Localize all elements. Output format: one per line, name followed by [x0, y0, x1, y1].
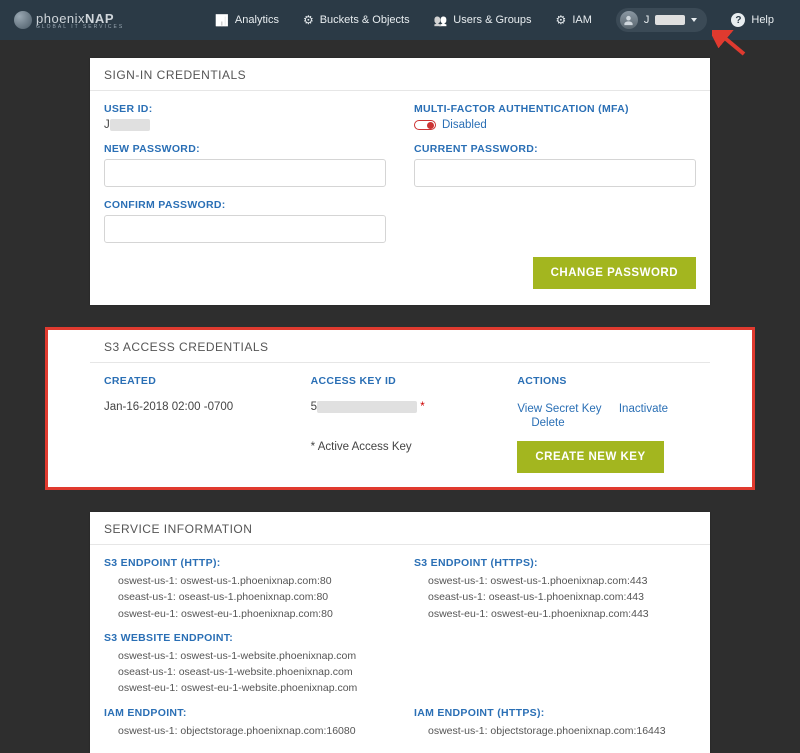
col-key: ACCESS KEY ID — [311, 375, 490, 387]
card-title: S3 ACCESS CREDENTIALS — [90, 330, 710, 363]
service-info-card: SERVICE INFORMATION S3 ENDPOINT (HTTP): … — [90, 512, 710, 753]
nav-buckets[interactable]: Buckets & Objects — [291, 0, 422, 40]
card-title: SIGN-IN CREDENTIALS — [90, 58, 710, 91]
s3-https-label: S3 ENDPOINT (HTTPS): — [414, 557, 696, 569]
gear-icon — [303, 13, 314, 27]
nav-analytics[interactable]: Analytics — [203, 0, 291, 40]
topnav: Analytics Buckets & Objects Users & Grou… — [203, 0, 786, 40]
current-password-input[interactable] — [414, 159, 696, 187]
view-secret-link[interactable]: View Secret Key — [517, 403, 601, 415]
col-actions: ACTIONS — [517, 375, 696, 387]
signin-credentials-card: SIGN-IN CREDENTIALS USER ID: J MULTI-FAC… — [90, 58, 710, 305]
nav-buckets-label: Buckets & Objects — [320, 14, 410, 26]
iam-https-value: oswest-us-1: objectstorage.phoenixnap.co… — [414, 723, 696, 739]
mfa-label: MULTI-FACTOR AUTHENTICATION (MFA) — [414, 103, 696, 115]
nav-analytics-label: Analytics — [235, 14, 279, 26]
inactivate-link[interactable]: Inactivate — [619, 403, 668, 415]
access-key-value: 5 * — [311, 401, 490, 429]
user-id-value: J — [104, 119, 386, 131]
change-password-button[interactable]: CHANGE PASSWORD — [533, 257, 696, 289]
new-password-label: NEW PASSWORD: — [104, 143, 386, 155]
users-icon — [434, 14, 448, 27]
s3-website-label: S3 WEBSITE ENDPOINT: — [104, 632, 386, 644]
nav-users[interactable]: Users & Groups — [422, 0, 544, 40]
username: J — [644, 14, 650, 26]
gear-icon — [556, 13, 567, 27]
username-redacted — [655, 15, 685, 25]
mfa-status[interactable]: Disabled — [442, 119, 487, 131]
iam-endpoint-label: IAM ENDPOINT: — [104, 707, 386, 719]
mfa-toggle[interactable] — [414, 120, 436, 130]
new-password-input[interactable] — [104, 159, 386, 187]
current-password-label: CURRENT PASSWORD: — [414, 143, 696, 155]
nav-users-label: Users & Groups — [453, 14, 531, 26]
brand-logo[interactable]: phoenixNAP GLOBAL IT SERVICES — [14, 11, 124, 30]
s3-credentials-highlight: S3 ACCESS CREDENTIALS CREATED ACCESS KEY… — [45, 327, 755, 490]
nav-iam-label: IAM — [572, 14, 592, 26]
help-icon: ? — [731, 13, 745, 27]
analytics-icon — [215, 14, 229, 27]
delete-link[interactable]: Delete — [531, 417, 564, 429]
created-value: Jan-16-2018 02:00 -0700 — [104, 401, 283, 429]
avatar-icon — [620, 11, 638, 29]
iam-https-label: IAM ENDPOINT (HTTPS): — [414, 707, 696, 719]
confirm-password-input[interactable] — [104, 215, 386, 243]
key-note: * Active Access Key — [311, 441, 490, 473]
nav-help-label: Help — [751, 14, 774, 26]
chevron-down-icon — [691, 18, 697, 22]
col-created: CREATED — [104, 375, 283, 387]
s3-http-list: oswest-us-1: oswest-us-1.phoenixnap.com:… — [104, 573, 386, 622]
user-menu[interactable]: J — [604, 0, 720, 40]
card-title: SERVICE INFORMATION — [90, 512, 710, 545]
iam-endpoint-value: oswest-us-1: objectstorage.phoenixnap.co… — [104, 723, 386, 739]
globe-icon — [14, 11, 32, 29]
topbar: phoenixNAP GLOBAL IT SERVICES Analytics … — [0, 0, 800, 40]
user-id-label: USER ID: — [104, 103, 386, 115]
nav-iam[interactable]: IAM — [544, 0, 604, 40]
s3-website-list: oswest-us-1: oswest-us-1-website.phoenix… — [104, 648, 386, 697]
brand-tagline: GLOBAL IT SERVICES — [36, 24, 124, 30]
nav-help[interactable]: ? Help — [719, 0, 786, 40]
confirm-password-label: CONFIRM PASSWORD: — [104, 199, 386, 211]
create-key-button[interactable]: CREATE NEW KEY — [517, 441, 663, 473]
s3-https-list: oswest-us-1: oswest-us-1.phoenixnap.com:… — [414, 573, 696, 622]
s3-http-label: S3 ENDPOINT (HTTP): — [104, 557, 386, 569]
